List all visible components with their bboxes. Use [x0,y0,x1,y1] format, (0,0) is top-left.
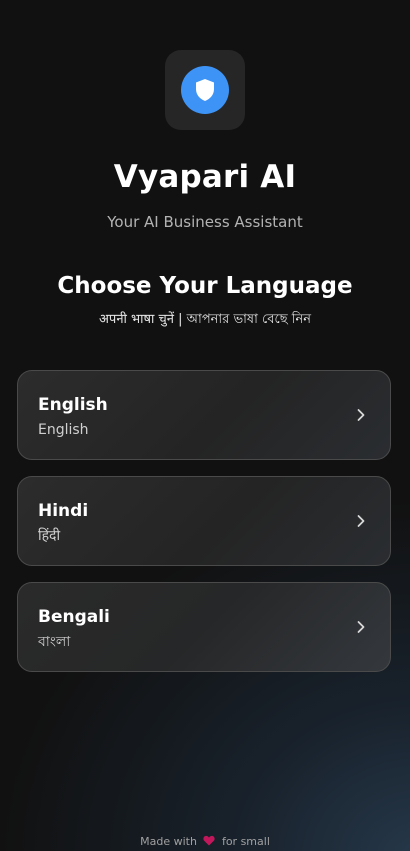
chevron-right-icon [357,515,365,527]
app-subtitle: Your AI Business Assistant [107,213,303,231]
footer-prefix: Made with [140,835,197,848]
app-title: Vyapari AI [113,159,297,195]
language-native-name: English [38,422,89,438]
shield-icon [196,79,214,101]
language-name: Bengali [38,607,110,627]
language-native-name: हिंदी [38,528,61,544]
app-logo [165,50,245,130]
language-native-name: বাংলা [38,634,71,650]
footer: Made with for small [0,834,410,850]
footer-suffix: for small [221,835,270,848]
language-option-hindi[interactable]: Hindi हिंदी [17,476,391,566]
language-section-title: Choose Your Language [57,273,353,299]
language-option-english[interactable]: English English [17,370,391,460]
language-option-bengali[interactable]: Bengali বাংলা [17,582,391,672]
language-name: English [38,395,108,415]
language-name: Hindi [38,501,89,521]
logo-circle [181,66,229,114]
chevron-right-icon [357,621,365,633]
chevron-right-icon [357,409,365,421]
language-section-subtitle: अपनी भाषा चुनें | আপনার ভাষা বেছে নিন [99,312,311,327]
heart-icon [203,835,216,846]
